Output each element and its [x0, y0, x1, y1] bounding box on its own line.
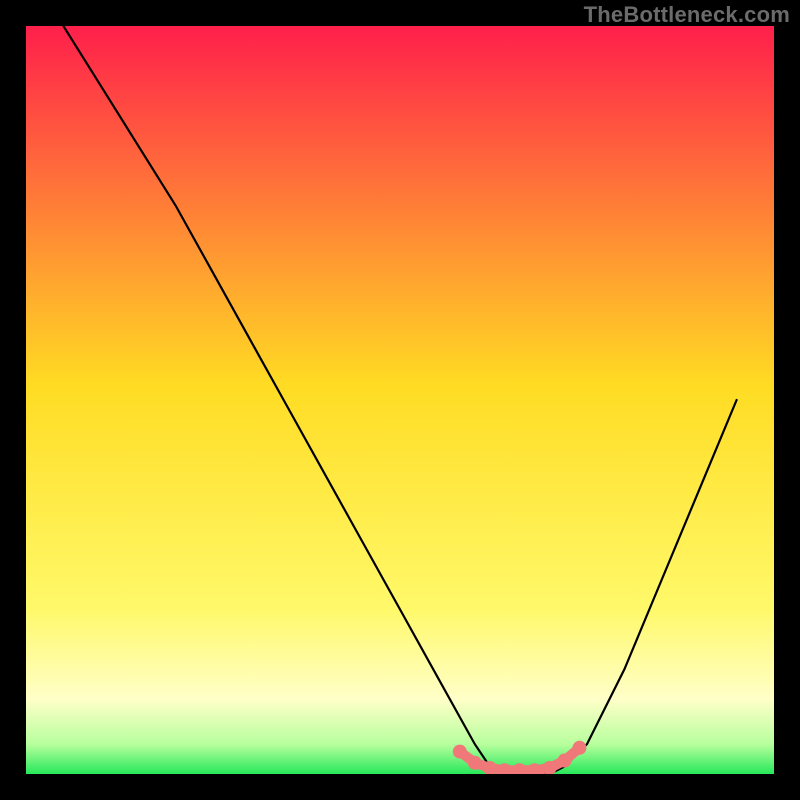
outer-frame: TheBottleneck.com	[0, 0, 800, 800]
gradient-background	[26, 26, 774, 774]
chart-area	[26, 26, 774, 774]
bottleneck-chart	[26, 26, 774, 774]
marker-dot	[453, 745, 467, 759]
marker-dot	[468, 756, 482, 770]
marker-dot	[558, 754, 572, 768]
watermark-text: TheBottleneck.com	[584, 2, 790, 28]
marker-dot	[573, 741, 587, 755]
